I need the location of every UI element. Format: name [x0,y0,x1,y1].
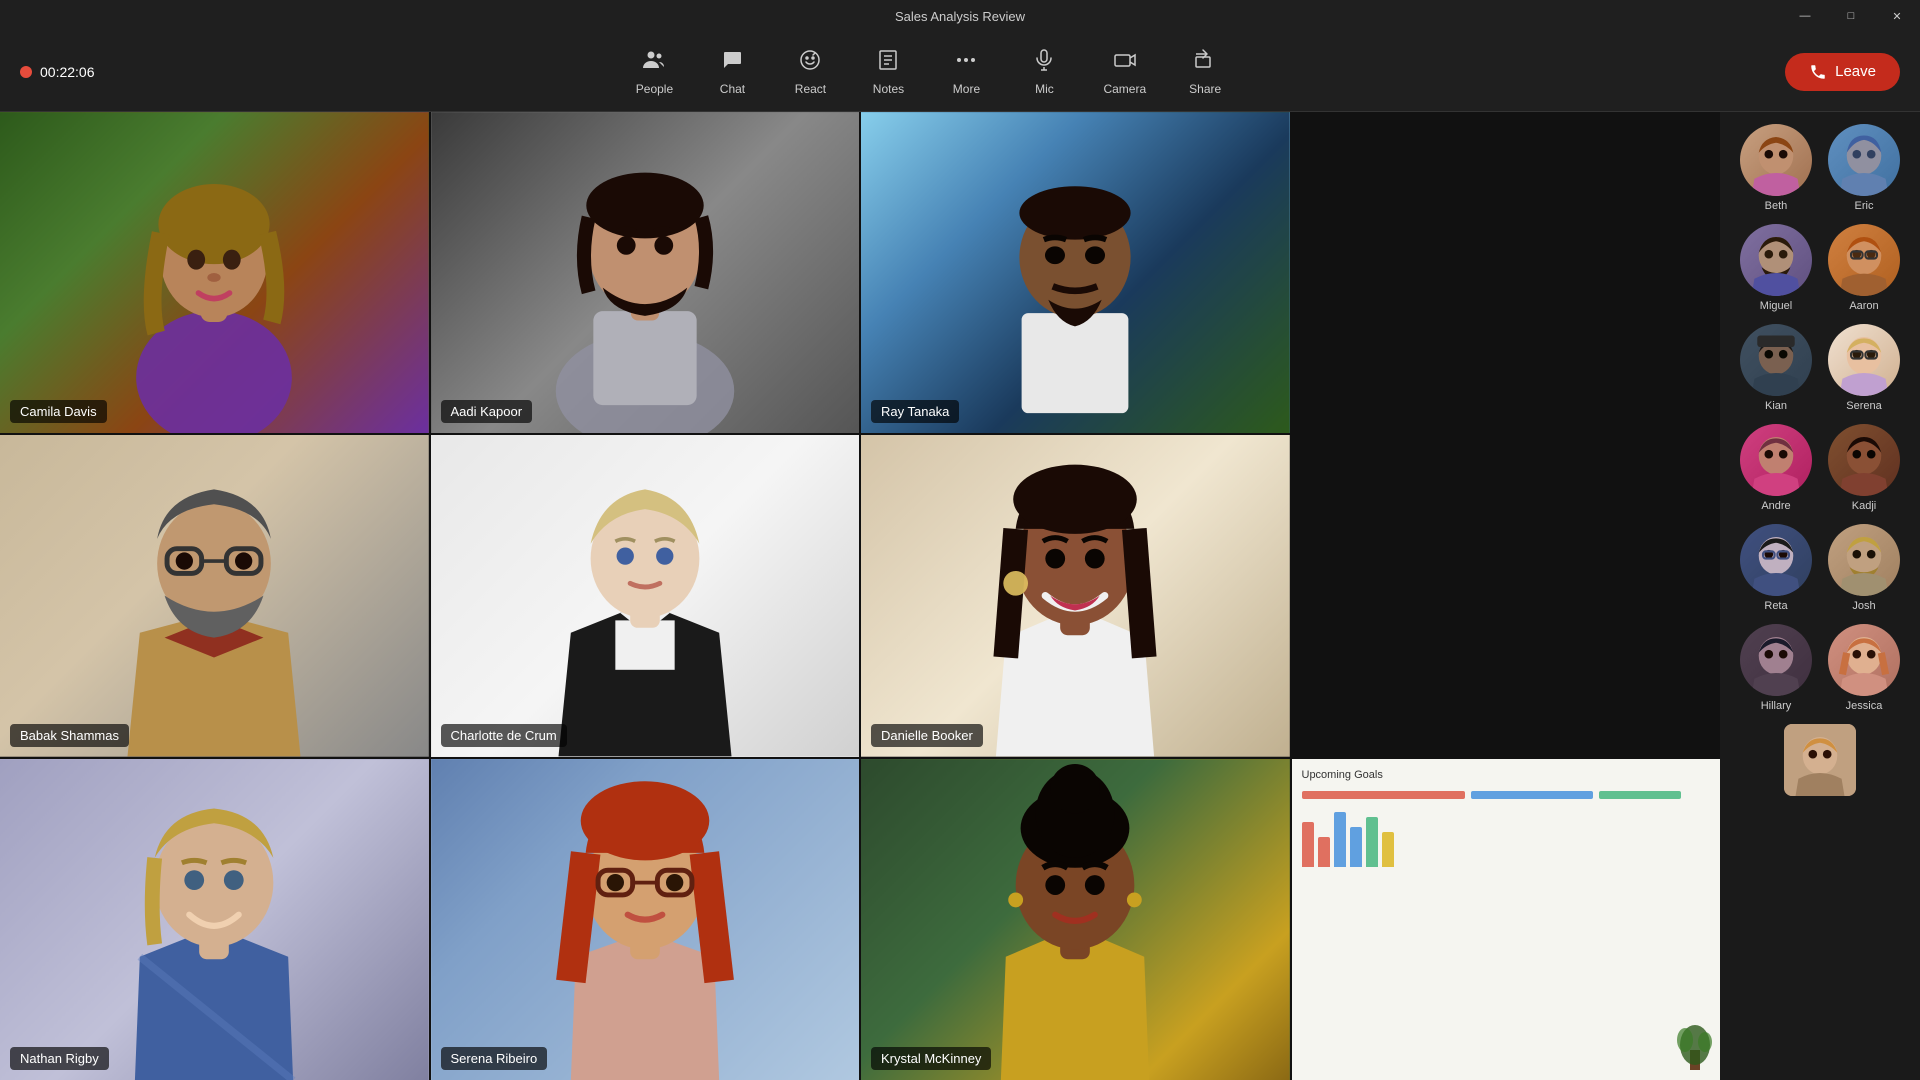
react-icon [798,48,822,78]
video-cell-screen-share[interactable]: Upcoming Goals [1292,759,1721,1080]
notes-icon [876,48,900,78]
recording-dot [20,66,32,78]
sidebar-name-jessica: Jessica [1846,700,1883,712]
sidebar-name-beth: Beth [1765,200,1788,212]
sidebar-name-reta: Reta [1764,600,1787,612]
sidebar-participant-eric[interactable]: Eric [1824,120,1904,216]
video-cell-empty1 [1292,112,1721,433]
sidebar-name-kian: Kian [1765,400,1787,412]
video-grid: Camila Davis [0,112,1720,1080]
sidebar-participant-aaron[interactable]: Aaron [1824,220,1904,316]
sidebar-participant-kian[interactable]: Kian [1736,320,1816,416]
sidebar-name-josh: Josh [1852,600,1875,612]
name-tag-ray: Ray Tanaka [871,400,959,423]
video-cell-camila[interactable]: Camila Davis [0,112,429,433]
name-tag-nathan: Nathan Rigby [10,1047,109,1070]
sidebar-name-serena2: Serena [1846,400,1881,412]
leave-label: Leave [1835,63,1876,80]
recording-time: 00:22:06 [40,64,95,80]
people-icon [642,48,666,78]
react-label: React [795,82,826,96]
video-cell-aadi[interactable]: Aadi Kapoor [431,112,860,433]
sidebar-row-2: Miguel [1728,220,1912,316]
minimize-button[interactable]: — [1782,0,1828,32]
sidebar-participant-beth[interactable]: Beth [1736,120,1816,216]
sidebar-participant-hillary[interactable]: Hillary [1736,620,1816,716]
name-tag-aadi: Aadi Kapoor [441,400,533,423]
name-tag-serena: Serena Ribeiro [441,1047,548,1070]
sidebar-participant-reta[interactable]: Reta [1736,520,1816,616]
chat-label: Chat [720,82,745,96]
people-button[interactable]: People [619,40,689,104]
sidebar-row-1: Beth Eric [1728,120,1912,216]
name-tag-danielle: Danielle Booker [871,724,983,747]
video-cell-nathan[interactable]: Nathan Rigby [0,759,429,1080]
share-icon [1193,48,1217,78]
video-cell-empty2 [1292,435,1721,756]
camera-button[interactable]: Camera [1087,40,1162,104]
sidebar-name-eric: Eric [1855,200,1874,212]
share-button[interactable]: Share [1170,40,1240,104]
sidebar-name-miguel: Miguel [1760,300,1792,312]
people-label: People [636,82,673,96]
video-cell-krystal[interactable]: Krystal McKinney [861,759,1290,1080]
video-cell-charlotte[interactable]: Charlotte de Crum [431,435,860,756]
camera-icon [1113,48,1137,78]
sidebar-row-4: Andre Kadji [1728,420,1912,516]
sidebar-row-6: Hillary [1728,620,1912,716]
sidebar-row-3: Kian [1728,320,1912,416]
more-button[interactable]: More [931,40,1001,104]
sidebar-name-kadji: Kadji [1852,500,1876,512]
more-icon [954,48,978,78]
name-tag-krystal: Krystal McKinney [871,1047,991,1070]
sidebar-participant-miguel[interactable]: Miguel [1736,220,1816,316]
notes-label: Notes [873,82,904,96]
screen-share-title: Upcoming Goals [1302,769,1711,781]
more-label: More [953,82,980,96]
sidebar-participant-jessica[interactable]: Jessica [1824,620,1904,716]
toolbar-center: People Chat React [95,40,1766,104]
sidebar-row-7 [1728,720,1912,800]
name-tag-charlotte: Charlotte de Crum [441,724,567,747]
sidebar-participant-serena2[interactable]: Serena [1824,320,1904,416]
sidebar-participants: Beth Eric [1720,112,1920,1080]
chat-button[interactable]: Chat [697,40,767,104]
maximize-button[interactable]: □ [1828,0,1874,32]
title-bar: Sales Analysis Review — □ ✕ [0,0,1920,32]
sidebar-participant-andre[interactable]: Andre [1736,420,1816,516]
window-controls: — □ ✕ [1782,0,1920,32]
share-label: Share [1189,82,1221,96]
sidebar-name-andre: Andre [1761,500,1790,512]
video-cell-babak[interactable]: Babak Shammas [0,435,429,756]
close-button[interactable]: ✕ [1874,0,1920,32]
name-tag-babak: Babak Shammas [10,724,129,747]
video-cell-serena[interactable]: Serena Ribeiro [431,759,860,1080]
recording-indicator: 00:22:06 [20,64,95,80]
sidebar-name-hillary: Hillary [1761,700,1792,712]
leave-button[interactable]: Leave [1785,53,1900,91]
sidebar-row-5: Reta Jo [1728,520,1912,616]
chat-icon [720,48,744,78]
video-cell-ray[interactable]: Ray Tanaka [861,112,1290,433]
mic-label: Mic [1035,82,1054,96]
notes-button[interactable]: Notes [853,40,923,104]
video-cell-danielle[interactable]: Danielle Booker [861,435,1290,756]
sidebar-participant-extra[interactable] [1780,720,1860,800]
mic-icon [1032,48,1056,78]
window-title: Sales Analysis Review [895,9,1025,24]
sidebar-name-aaron: Aaron [1849,300,1878,312]
react-button[interactable]: React [775,40,845,104]
mic-button[interactable]: Mic [1009,40,1079,104]
sidebar-participant-josh[interactable]: Josh [1824,520,1904,616]
main-content: Camila Davis [0,112,1920,1080]
toolbar: 00:22:06 People Chat [0,32,1920,112]
sidebar-participant-kadji[interactable]: Kadji [1824,420,1904,516]
name-tag-camila: Camila Davis [10,400,107,423]
camera-label: Camera [1103,82,1146,96]
